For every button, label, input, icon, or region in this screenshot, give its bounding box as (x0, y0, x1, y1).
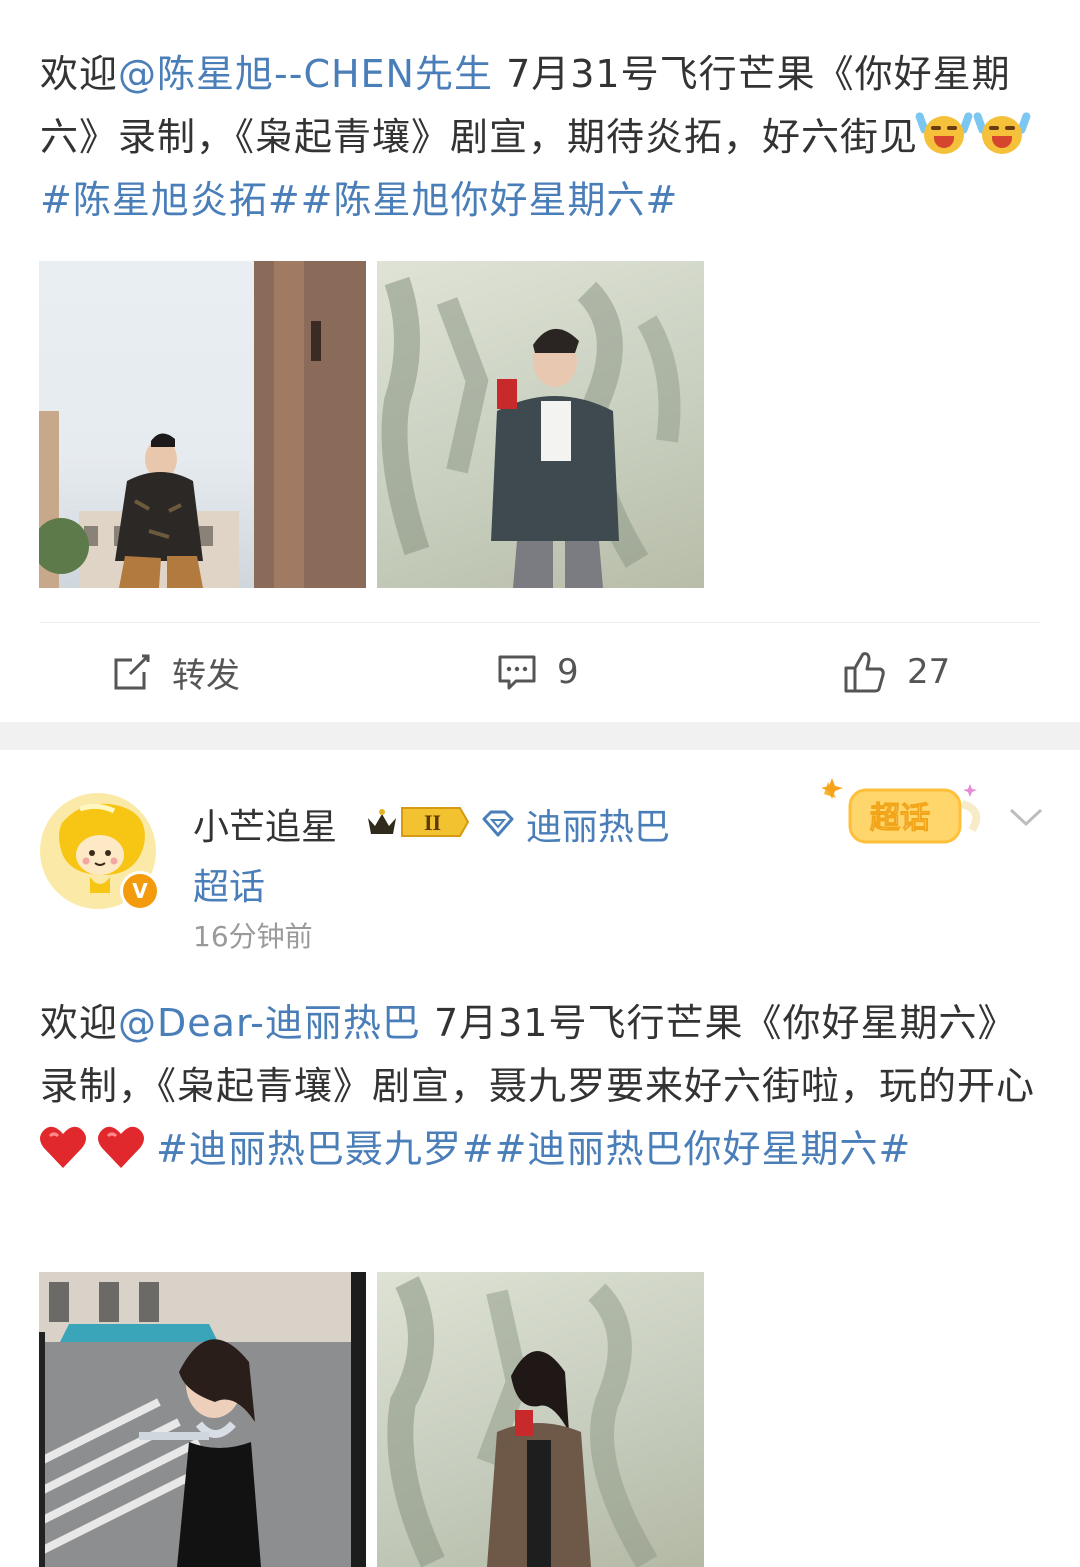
verified-badge-icon: V (120, 871, 160, 911)
level-text: II (424, 810, 441, 835)
like-button[interactable]: 27 (843, 648, 950, 696)
crying-laughing-emoji (914, 111, 974, 156)
comment-count: 9 (557, 652, 579, 692)
repost-label: 转发 (172, 655, 240, 696)
hashtag-link[interactable]: #迪丽热巴聂九罗##迪丽热巴你好星期六# (156, 1127, 911, 1171)
post-image[interactable] (377, 1272, 704, 1567)
red-heart-emoji (98, 1126, 144, 1168)
post-text-part: 欢迎 (40, 1001, 119, 1045)
post-text: 欢迎@陈星旭--CHEN先生 7月31号飞行芒果《你好星期六》录制，《枭起青壤》… (40, 43, 1040, 232)
post-image[interactable] (377, 261, 704, 588)
super-topic-suffix[interactable]: 超话 (193, 858, 265, 910)
diamond-icon (482, 810, 514, 837)
feed-separator (0, 722, 1080, 750)
thumbs-up-icon (844, 652, 885, 693)
super-topic-badge-text: 超话 (870, 801, 930, 836)
mention-link[interactable]: @陈星旭--CHEN先生 (118, 52, 493, 96)
super-topic-link[interactable]: 迪丽热巴 (480, 798, 670, 850)
crying-laughing-emoji (972, 111, 1032, 156)
post-text-part: 欢迎 (40, 52, 119, 96)
mention-link[interactable]: @Dear-迪丽热巴 (118, 1001, 421, 1045)
super-topic-name: 迪丽热巴 (526, 807, 671, 848)
divider (40, 622, 1040, 623)
red-heart-emoji (40, 1126, 86, 1168)
post-image[interactable] (39, 261, 366, 588)
comment-icon (498, 655, 536, 690)
comment-button[interactable]: 9 (497, 648, 579, 696)
post-text: 欢迎@Dear-迪丽热巴 7月31号飞行芒果《你好星期六》录制，《枭起青壤》剧宣… (40, 992, 1040, 1181)
post-image[interactable] (39, 1272, 366, 1567)
weibo-post-1: 欢迎@陈星旭--CHEN先生 7月31号飞行芒果《你好星期六》录制，《枭起青壤》… (0, 0, 1080, 722)
chevron-down-icon[interactable] (1008, 805, 1044, 829)
super-topic-badge[interactable]: 超话 (822, 776, 992, 852)
fan-level-badge: II (368, 807, 470, 837)
post-time: 16分钟前 (193, 920, 313, 953)
hashtag-link[interactable]: #陈星旭炎拓##陈星旭你好星期六# (40, 178, 678, 222)
author-name[interactable]: 小芒追星 (193, 798, 337, 850)
repost-icon (114, 654, 150, 690)
repost-button[interactable]: 转发 (112, 648, 240, 696)
like-count: 27 (907, 652, 951, 692)
